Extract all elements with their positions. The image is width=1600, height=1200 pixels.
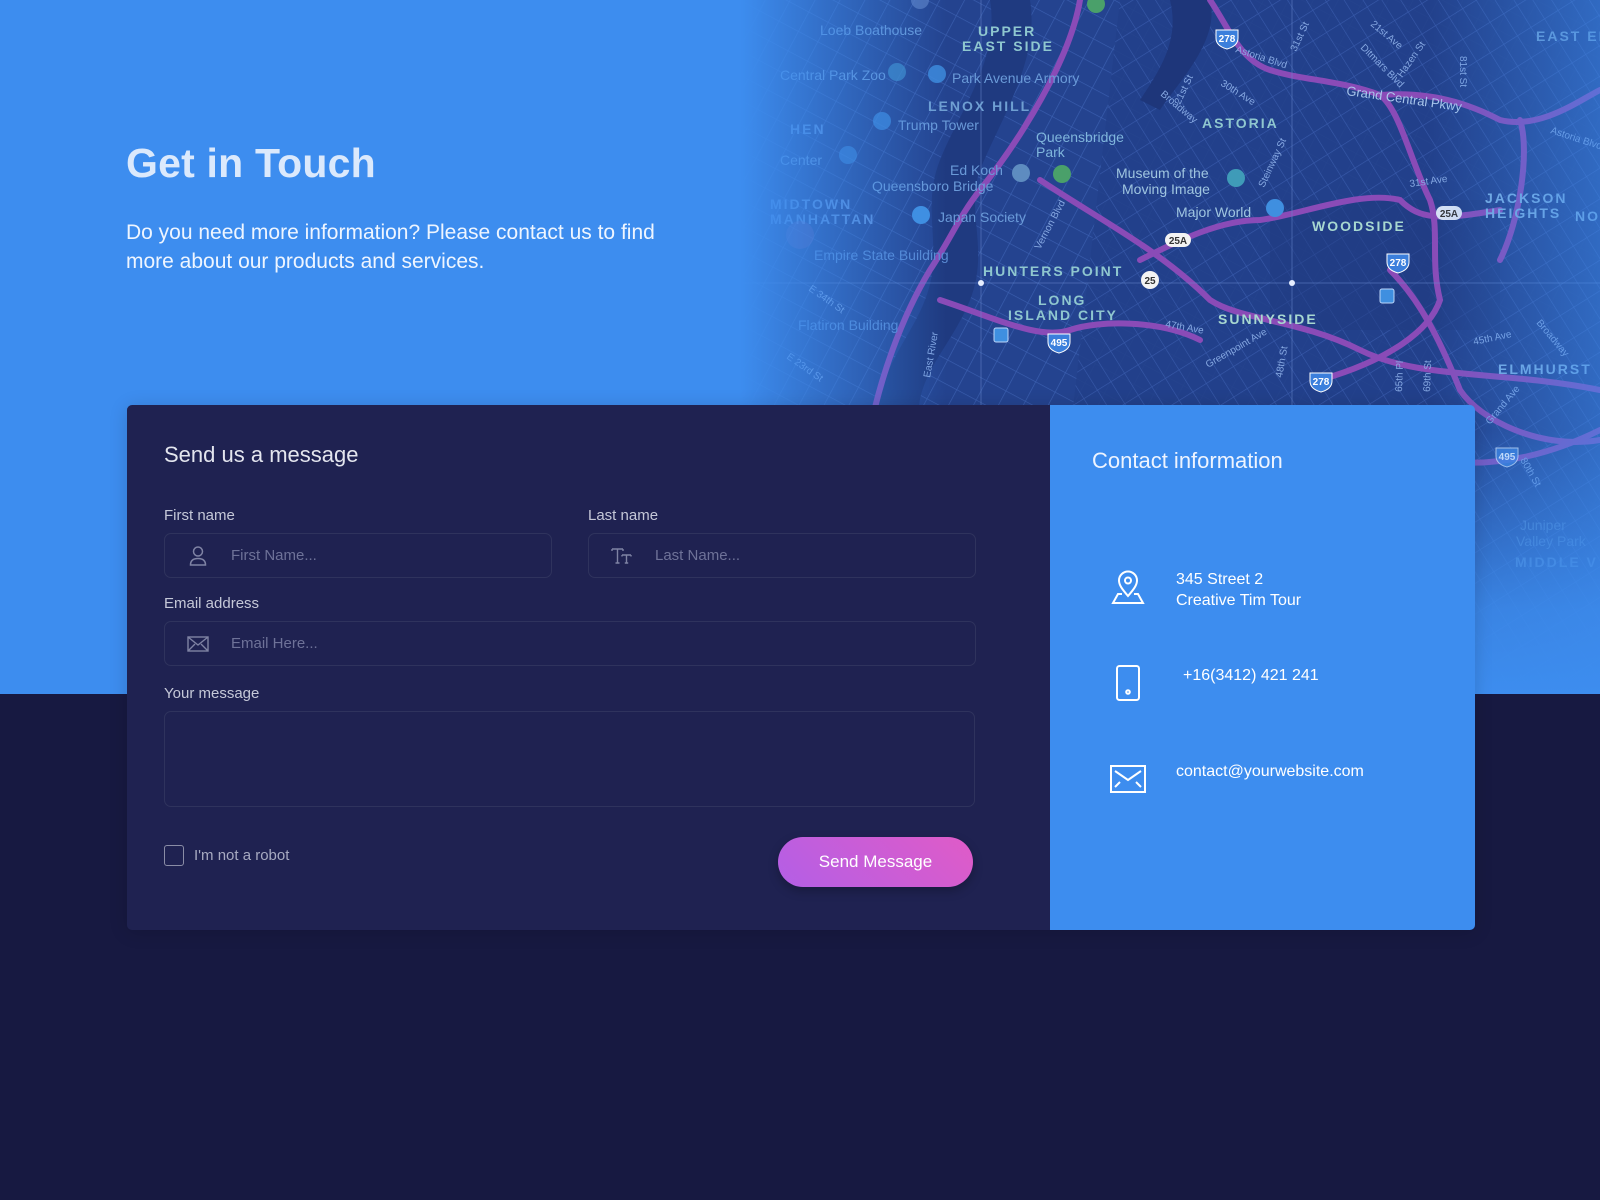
email-input[interactable] (231, 622, 975, 665)
map-label: WOODSIDE (1312, 218, 1406, 234)
message-textarea[interactable] (164, 711, 975, 807)
map-poi: Empire State Building (814, 247, 949, 263)
last-name-label: Last name (588, 507, 659, 524)
envelope-icon (165, 635, 231, 652)
map-label: NOR (1575, 208, 1600, 224)
svg-text:278: 278 (1313, 377, 1330, 388)
map-label: ASTORIA (1202, 115, 1279, 131)
map-label: LENOX HILL (928, 98, 1031, 114)
map-street: 81st St (1457, 56, 1468, 87)
contact-email: contact@yourwebsite.com (1108, 763, 1364, 793)
map-poi: Park Avenue Armory (952, 70, 1079, 86)
map-label: ELMHURST (1498, 361, 1592, 377)
svg-text:495: 495 (1051, 338, 1068, 349)
route-shield: 25A (1436, 206, 1462, 220)
map-label: HEN (790, 121, 826, 137)
page-title: Get in Touch (126, 140, 376, 186)
contact-info-panel: Contact information 345 Street 2 Creativ… (1050, 405, 1475, 930)
map-label: LONG (1038, 292, 1086, 308)
message-label: Your message (164, 685, 260, 702)
svg-text:278: 278 (1219, 34, 1236, 45)
map-poi: Japan Society (938, 209, 1026, 225)
route-shield: 25 (1141, 271, 1159, 289)
text-size-icon (589, 547, 655, 565)
address-line-1: 345 Street 2 (1176, 571, 1264, 588)
contact-info-title: Contact information (1092, 448, 1283, 473)
send-message-button[interactable]: Send Message (778, 837, 973, 887)
map-label: HUNTERS POINT (983, 263, 1123, 279)
robot-checkbox[interactable] (164, 845, 184, 866)
first-name-label: First name (164, 507, 235, 524)
email-field[interactable] (164, 621, 976, 666)
map-label: EAST SIDE (962, 38, 1054, 54)
email-address[interactable]: contact@yourwebsite.com (1176, 761, 1364, 782)
map-label: SUNNYSIDE (1218, 311, 1318, 327)
map-street: 69th St (1422, 360, 1434, 392)
form-title: Send us a message (164, 442, 359, 467)
svg-text:25A: 25A (1440, 209, 1458, 220)
phone-number: +16(3412) 421 241 (1183, 667, 1319, 684)
map-poi: Park (1036, 144, 1066, 160)
map-poi: Queensboro Bridge (872, 178, 994, 194)
last-name-input[interactable] (655, 534, 975, 577)
map-label: MIDDLE V (1515, 554, 1598, 570)
last-name-field[interactable] (588, 533, 976, 578)
message-form: Send us a message First name Last name E… (127, 405, 1050, 930)
route-shield: 25A (1165, 233, 1191, 247)
map-poi: Loeb Boathouse (820, 22, 922, 38)
map-poi: Flatiron Building (798, 317, 898, 333)
map-pin-icon (1108, 569, 1148, 605)
map-label: MANHATTAN (770, 211, 875, 227)
contact-address: 345 Street 2 Creative Tim Tour (1108, 569, 1301, 611)
svg-text:25A: 25A (1169, 236, 1187, 247)
contact-card: Send us a message First name Last name E… (127, 405, 1475, 930)
map-poi: Museum of the (1116, 165, 1209, 181)
svg-text:278: 278 (1390, 258, 1407, 269)
map-poi: Moving Image (1122, 181, 1210, 197)
email-label: Email address (164, 595, 260, 612)
map-label: EAST EL (1536, 28, 1600, 44)
first-name-input[interactable] (231, 534, 551, 577)
map-label: UPPER (978, 23, 1036, 39)
map-label: ISLAND CITY (1008, 307, 1118, 323)
map-street: 65th Pl (1394, 361, 1406, 393)
map-poi: Central Park Zoo (780, 67, 886, 83)
page-subtitle: Do you need more information? Please con… (126, 221, 655, 273)
map-poi: Trump Tower (898, 117, 979, 133)
map-poi: Juniper (1520, 517, 1566, 533)
mail-icon (1108, 765, 1148, 793)
map-poi: Center (780, 152, 822, 168)
map-label: HEIGHTS (1485, 205, 1561, 221)
map-poi: Major World (1176, 204, 1251, 220)
smartphone-icon (1108, 665, 1148, 701)
first-name-field[interactable] (164, 533, 552, 578)
map-label: MIDTOWN (770, 196, 852, 212)
map-poi: Queensbridge (1036, 129, 1124, 145)
svg-text:25: 25 (1144, 276, 1156, 287)
map-poi: Valley Park (1516, 533, 1587, 549)
svg-text:495: 495 (1499, 452, 1516, 463)
address-line-2: Creative Tim Tour (1176, 592, 1302, 609)
map-label: JACKSON (1485, 190, 1567, 206)
contact-phone: +16(3412) 421 241 (1108, 665, 1319, 701)
map-poi: Ed Koch (950, 162, 1003, 178)
captcha-row: I'm not a robot (164, 845, 289, 866)
user-icon (165, 545, 231, 567)
robot-label: I'm not a robot (194, 847, 290, 864)
